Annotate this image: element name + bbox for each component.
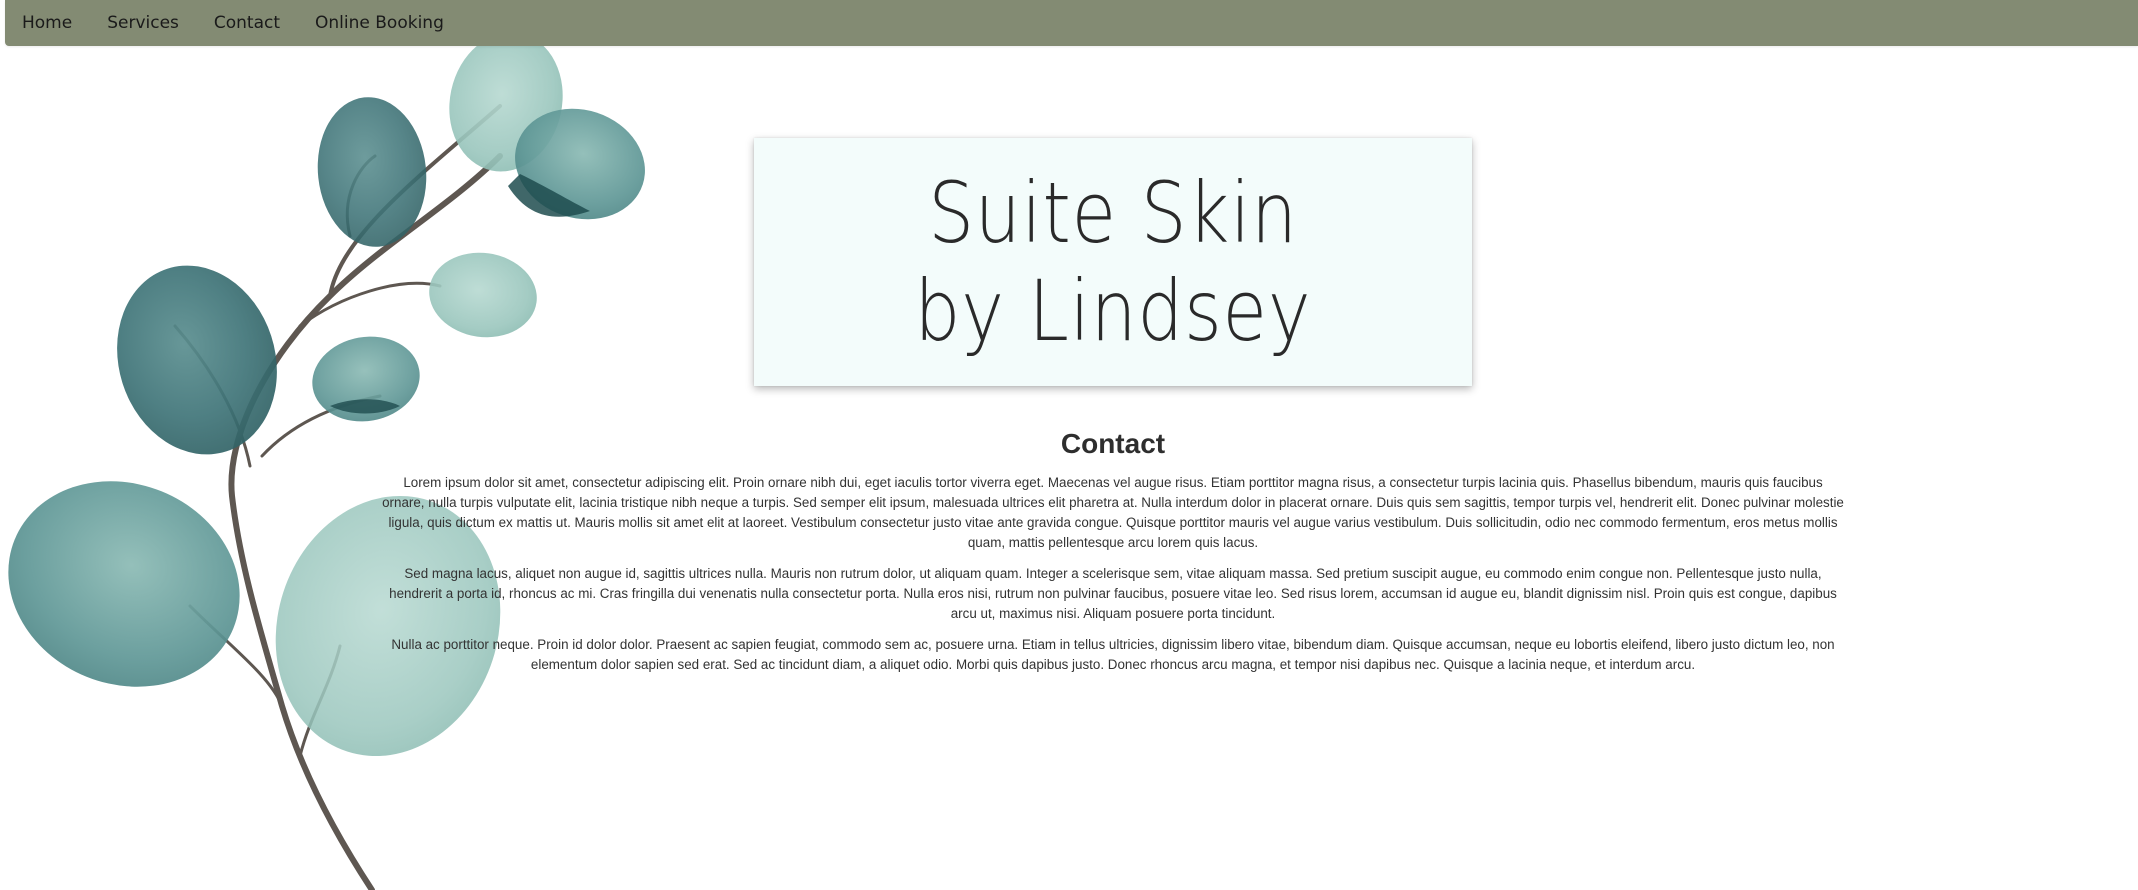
paragraph-1: Lorem ipsum dolor sit amet, consectetur … [382,475,1844,550]
nav-home-link[interactable]: Home [22,13,72,33]
brand-title-card: Suite Skin by Lindsey [754,138,1472,386]
page: Home Services Contact Online Booking Sui… [0,0,2138,890]
nav-contact-link[interactable]: Contact [214,13,280,33]
paragraph-3: Nulla ac porttitor neque. Proin id dolor… [391,637,1835,672]
main-content: Contact Lorem ipsum dolor sit amet, cons… [382,425,1844,686]
leaf-large-left [117,265,277,455]
nav-online-booking-link[interactable]: Online Booking [315,13,444,33]
top-navbar: Home Services Contact Online Booking [5,0,2138,46]
nav-services-link[interactable]: Services [107,13,179,33]
paragraph-2: Sed magna lacus, aliquet non augue id, s… [389,566,1837,621]
brand-title: Suite Skin by Lindsey [914,164,1312,360]
leaf-mid-right [429,252,537,338]
page-heading: Contact [1060,428,1166,459]
